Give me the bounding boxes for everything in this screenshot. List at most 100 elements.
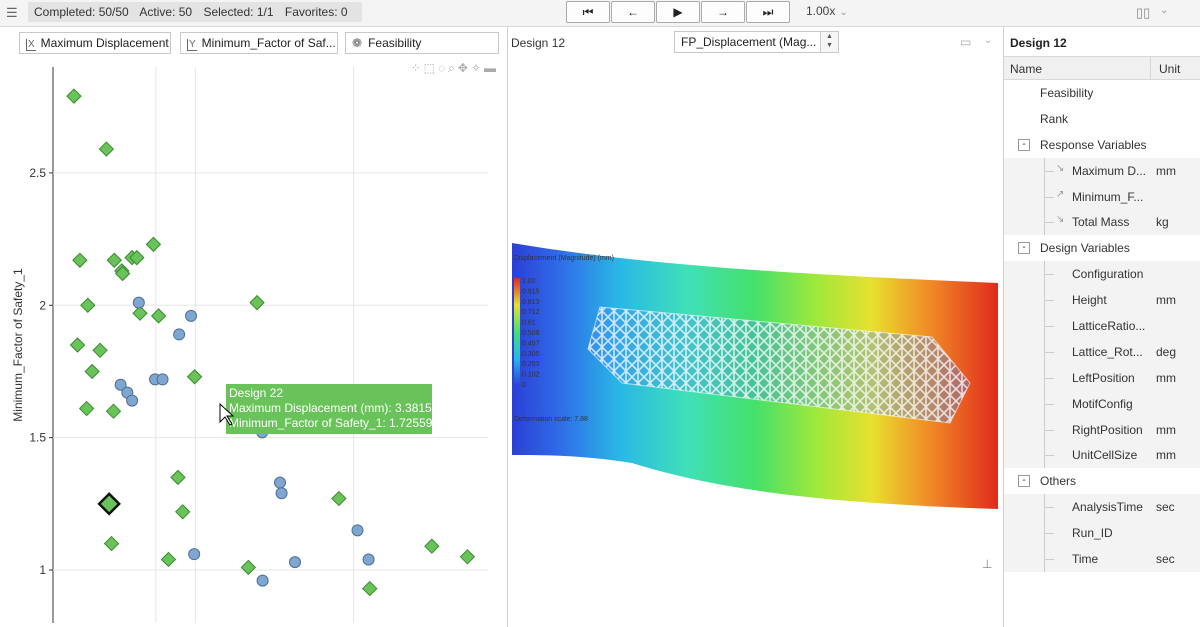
property-row[interactable]: UnitCellSize mm xyxy=(1004,442,1200,469)
legend-labels: 1.02 0.915 0.813 0.712 0.61 0.508 0.407 0.305 0.… xyxy=(522,278,540,389)
play-button[interactable]: ▶ xyxy=(656,1,700,23)
spinner-icon[interactable]: ▲ ▼ xyxy=(820,32,838,52)
legend-value: 0.203 xyxy=(522,361,540,368)
feasible-point[interactable] xyxy=(186,369,203,385)
layout-icon[interactable]: ▯▯ xyxy=(1136,5,1150,21)
collapse-icon[interactable]: - xyxy=(1018,138,1030,151)
scatter-plot[interactable]: 11.522.5015Minimum_Factor of Safety_1Des… xyxy=(0,55,508,627)
infeasible-point[interactable] xyxy=(362,553,375,566)
feasible-point[interactable] xyxy=(150,308,167,324)
infeasible-point[interactable] xyxy=(275,487,288,500)
infeasible-point[interactable] xyxy=(132,296,145,309)
tree-branch xyxy=(1044,196,1054,198)
property-row[interactable]: LatticeRatio... xyxy=(1004,313,1200,339)
feasible-point[interactable] xyxy=(69,337,86,353)
infeasible-point[interactable] xyxy=(256,574,269,587)
objective-arrow-icon: ↘ xyxy=(1056,214,1065,226)
chevron-down-icon[interactable]: ⌄ xyxy=(984,35,992,46)
model-view-panel: Design 12 FP_Displacement (Mag... ▲ ▼ ▭ ⌄ xyxy=(508,27,1004,627)
feasible-point[interactable] xyxy=(170,469,186,486)
x-axis-icon: X xyxy=(26,39,36,51)
feasible-point[interactable] xyxy=(103,535,120,552)
property-row[interactable]: Rank xyxy=(1004,106,1200,132)
property-row[interactable]: Lattice_Rot... deg xyxy=(1004,338,1200,365)
next-frame-button[interactable]: → xyxy=(701,1,745,23)
last-frame-button[interactable]: ⏭ xyxy=(746,1,790,23)
tree-branch xyxy=(1044,533,1054,535)
property-row[interactable]: Feasibility xyxy=(1004,80,1200,106)
color-by-selector[interactable]: ❁ Feasibility xyxy=(345,32,499,54)
infeasible-point[interactable] xyxy=(351,524,364,537)
property-row[interactable]: - Design Variables xyxy=(1004,235,1200,261)
infeasible-point[interactable] xyxy=(185,309,198,322)
collapse-icon[interactable]: - xyxy=(1018,242,1030,255)
property-name: Design Variables xyxy=(1040,241,1130,256)
result-selector[interactable]: FP_Displacement (Mag... ▲ ▼ xyxy=(674,31,839,53)
property-name: Total Mass xyxy=(1072,215,1130,230)
y-axis-label: Minimum_Factor of Saf... xyxy=(201,36,336,50)
tooltip-line-1: Maximum Displacement (mm): 3.38153 xyxy=(229,401,439,415)
fea-contour-plot[interactable]: Displacement (Magnitude) (mm) 1.02 0.915 0… xyxy=(512,233,1002,523)
feasible-point[interactable] xyxy=(145,236,162,253)
property-row[interactable]: - Others xyxy=(1004,468,1200,494)
tree-branch xyxy=(1044,377,1054,379)
y-axis-selector[interactable]: Y Minimum_Factor of Saf... xyxy=(180,32,338,54)
infeasible-point[interactable] xyxy=(126,394,139,407)
property-row[interactable]: ↗ Minimum_F... xyxy=(1004,183,1200,210)
legend-value: 1.02 xyxy=(522,278,536,285)
infeasible-point[interactable] xyxy=(273,476,286,489)
property-row[interactable]: - Response Variables xyxy=(1004,132,1200,158)
feasible-point[interactable] xyxy=(92,342,108,359)
feasible-point[interactable] xyxy=(98,141,115,157)
tree-branch xyxy=(1044,300,1054,302)
property-unit: mm xyxy=(1156,422,1176,437)
infeasible-point[interactable] xyxy=(156,373,169,386)
property-unit: mm xyxy=(1156,293,1176,308)
feasible-point[interactable] xyxy=(424,538,440,554)
name-column-header[interactable]: Name xyxy=(1010,62,1042,76)
selected-point[interactable] xyxy=(97,492,121,516)
first-frame-button[interactable]: ⏮ xyxy=(566,1,610,23)
collapse-icon[interactable]: - xyxy=(1018,475,1030,488)
property-row[interactable]: ↘ Total Mass kg xyxy=(1004,209,1200,236)
top-toolbar: ☰ Completed: 50/50 Active: 50 Selected: … xyxy=(0,0,1200,27)
feasible-point[interactable] xyxy=(105,403,122,419)
unit-column-header[interactable]: Unit xyxy=(1150,57,1188,79)
property-row[interactable]: ↘ Maximum D... mm xyxy=(1004,157,1200,184)
infeasible-point[interactable] xyxy=(289,556,302,569)
feasible-point[interactable] xyxy=(72,252,88,268)
property-row[interactable]: Height mm xyxy=(1004,287,1200,314)
property-row[interactable]: Run_ID xyxy=(1004,520,1200,547)
infeasible-point[interactable] xyxy=(188,548,201,561)
feasible-point[interactable] xyxy=(240,559,257,576)
previous-frame-button[interactable]: ← xyxy=(611,1,655,23)
property-row[interactable]: RightPosition mm xyxy=(1004,416,1200,443)
infeasible-point[interactable] xyxy=(173,328,186,341)
chevron-down-icon[interactable]: ⌄ xyxy=(1160,5,1168,16)
feasible-point[interactable] xyxy=(78,400,95,417)
x-axis-selector[interactable]: X Maximum Displacement xyxy=(19,32,171,54)
y-tick-label: 2.5 xyxy=(29,166,46,180)
feasible-point[interactable] xyxy=(249,294,265,311)
feasible-point[interactable] xyxy=(66,88,82,104)
property-name: Rank xyxy=(1040,111,1069,126)
image-icon[interactable]: ▭ xyxy=(960,35,971,49)
property-name: Response Variables xyxy=(1040,137,1147,152)
menu-icon[interactable]: ☰ xyxy=(6,6,20,20)
speed-dropdown[interactable]: 1.00x ⌄ xyxy=(806,4,848,18)
properties-title: Design 12 xyxy=(1010,36,1067,50)
feasible-point[interactable] xyxy=(84,363,100,380)
feasible-point[interactable] xyxy=(459,549,476,565)
property-row[interactable]: AnalysisTime sec xyxy=(1004,494,1200,521)
property-row[interactable]: MotifConfig xyxy=(1004,390,1200,417)
feasible-point[interactable] xyxy=(362,580,378,597)
feasible-point[interactable] xyxy=(160,551,177,568)
feasible-point[interactable] xyxy=(106,252,123,268)
property-unit: mm xyxy=(1156,163,1176,178)
feasible-point[interactable] xyxy=(175,504,191,520)
feasible-point[interactable] xyxy=(80,297,96,313)
property-row[interactable]: Time sec xyxy=(1004,546,1200,572)
property-row[interactable]: Configuration xyxy=(1004,261,1200,288)
property-row[interactable]: LeftPosition mm xyxy=(1004,364,1200,391)
feasible-point[interactable] xyxy=(331,490,347,507)
